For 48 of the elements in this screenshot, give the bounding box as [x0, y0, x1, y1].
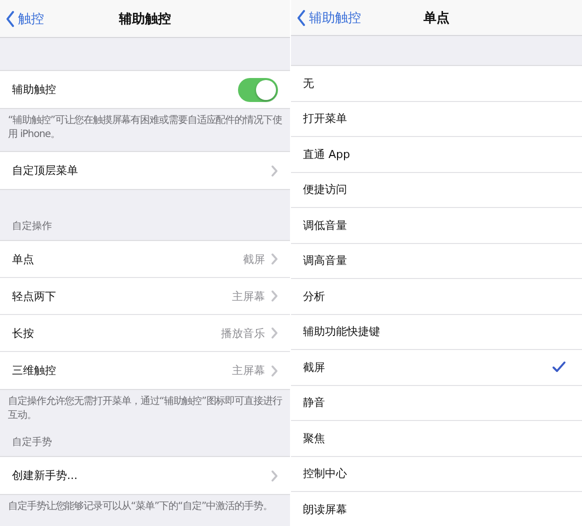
row-label: 直通 App: [303, 146, 350, 162]
chevron-icon: [271, 164, 278, 176]
row-label: 便捷访问: [303, 182, 347, 198]
list-row[interactable]: 辅助功能快捷键: [291, 314, 582, 350]
section-footer: 自定手势让您能够记录可以从“菜单”下的“自定”中激活的手势。: [0, 495, 290, 523]
section-header: 自定手势: [11, 436, 53, 450]
chevron-icon: [271, 253, 278, 265]
row-label: 聚焦: [303, 430, 325, 446]
row-label: 分析: [303, 288, 325, 304]
list-row[interactable]: 便捷访问: [291, 172, 582, 208]
row-label: 控制中心: [303, 466, 347, 482]
row-label: 辅助触控: [12, 82, 56, 97]
row-label: 打开菜单: [303, 111, 347, 126]
row-label: 创建新手势...: [12, 468, 78, 483]
back-icon: [297, 10, 306, 26]
back-button[interactable]: 触控: [0, 10, 44, 28]
row-label: 轻点两下: [12, 288, 56, 304]
back-icon: [6, 10, 15, 26]
row-label: 长按: [12, 326, 34, 340]
row-value: 播放音乐: [221, 326, 265, 340]
row-label: 无: [303, 76, 314, 91]
row-label: 单点: [12, 252, 34, 266]
row-label: 截屏: [303, 360, 325, 375]
chevron-icon: [271, 364, 278, 376]
chevron-icon: [271, 327, 278, 339]
list-row[interactable]: 控制中心: [291, 456, 582, 492]
row-label: 三维触控: [12, 363, 56, 378]
chevron-icon: [271, 470, 278, 482]
screen-title: 单点: [424, 10, 450, 26]
list-row[interactable]: 打开菜单: [291, 102, 582, 137]
row-value: 主屏幕: [232, 363, 265, 378]
list-row[interactable]: 静音: [291, 386, 582, 421]
row-label: 自定顶层菜单: [12, 163, 78, 178]
row-label: 静音: [303, 395, 325, 410]
section-footer: “辅助触控”可让您在触摸屏幕有困难或需要自适应配件的情况下使用 iPhone。: [0, 109, 290, 151]
row-label: 调高音量: [303, 253, 347, 268]
chevron-icon: [271, 290, 278, 302]
row-label: 辅助功能快捷键: [303, 324, 380, 340]
screen-title: 辅助触控: [119, 10, 171, 28]
row-value: 截屏: [243, 252, 265, 266]
list-row[interactable]: 调高音量: [291, 244, 582, 279]
row-label: 朗读屏幕: [303, 502, 347, 518]
section-header: 自定操作: [11, 220, 53, 234]
toggle-switch[interactable]: [238, 78, 278, 102]
row-label: 调低音量: [303, 218, 347, 233]
back-button[interactable]: 辅助触控: [291, 8, 361, 26]
section-footer: 自定操作允许您无需打开菜单，通过“辅助触控”图标即可直接进行互动。: [0, 390, 290, 432]
row-value: 主屏幕: [232, 288, 265, 304]
